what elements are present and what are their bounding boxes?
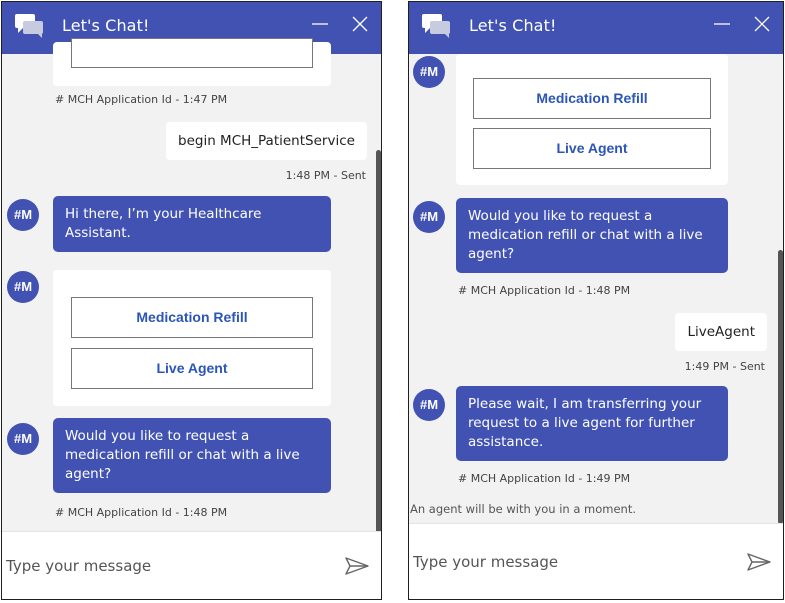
agent-notice: An agent will be with you in a moment. [410,502,637,516]
chat-bubbles-icon [15,14,43,38]
chat-window-left: Let's Chat! # MCH Application Id - 1:47 … [1,1,382,600]
message-meta: # MCH Application Id - 1:48 PM [458,284,631,297]
message-meta: # MCH Application Id - 1:49 PM [458,472,631,485]
bot-message: Would you like to request a medication r… [53,418,331,493]
message-input[interactable] [6,554,306,578]
send-icon[interactable] [345,556,369,576]
message-input[interactable] [413,550,713,574]
message-input-bar [2,531,381,599]
bot-message: Would you like to request a medication r… [456,198,728,273]
chat-title: Let's Chat! [62,16,150,35]
options-card: Medication Refill Live Agent [456,54,728,185]
message-input-bar [409,523,783,599]
bot-avatar: #M [7,199,39,231]
medication-refill-button[interactable]: Medication Refill [473,78,711,119]
scrollbar-thumb[interactable] [778,250,783,524]
bot-avatar: #M [7,271,39,303]
bot-avatar: #M [413,56,445,88]
bot-avatar: #M [7,423,39,455]
message-meta: # MCH Application Id - 1:47 PM [55,93,228,106]
bot-avatar: #M [413,389,445,421]
close-icon[interactable] [753,15,771,33]
chat-header: Let's Chat! [409,2,783,54]
bot-avatar: #M [413,201,445,233]
chat-window-right: Let's Chat! #M Medication Refill Live Ag… [408,1,784,600]
user-message: LiveAgent [675,313,767,351]
bot-message: Please wait, I am transferring your requ… [456,386,728,461]
bot-message: Hi there, I’m your Healthcare Assistant. [53,196,331,252]
message-meta: 1:49 PM - Sent [684,360,765,373]
medication-refill-button[interactable]: Medication Refill [71,297,313,338]
chat-bubbles-icon [422,14,450,38]
chat-title: Let's Chat! [469,16,557,35]
minimize-icon[interactable] [311,15,329,33]
message-meta: # MCH Application Id - 1:48 PM [55,506,228,519]
options-card: Medication Refill Live Agent [53,270,331,406]
option-button-partial[interactable] [71,38,313,68]
options-card-partial [53,38,331,86]
close-icon[interactable] [351,15,369,33]
send-icon[interactable] [747,552,771,572]
scrollbar-thumb[interactable] [376,150,381,534]
live-agent-button[interactable]: Live Agent [473,128,711,169]
message-meta: 1:48 PM - Sent [285,169,366,182]
user-message: begin MCH_PatientService [166,122,367,160]
minimize-icon[interactable] [713,15,731,33]
live-agent-button[interactable]: Live Agent [71,348,313,389]
